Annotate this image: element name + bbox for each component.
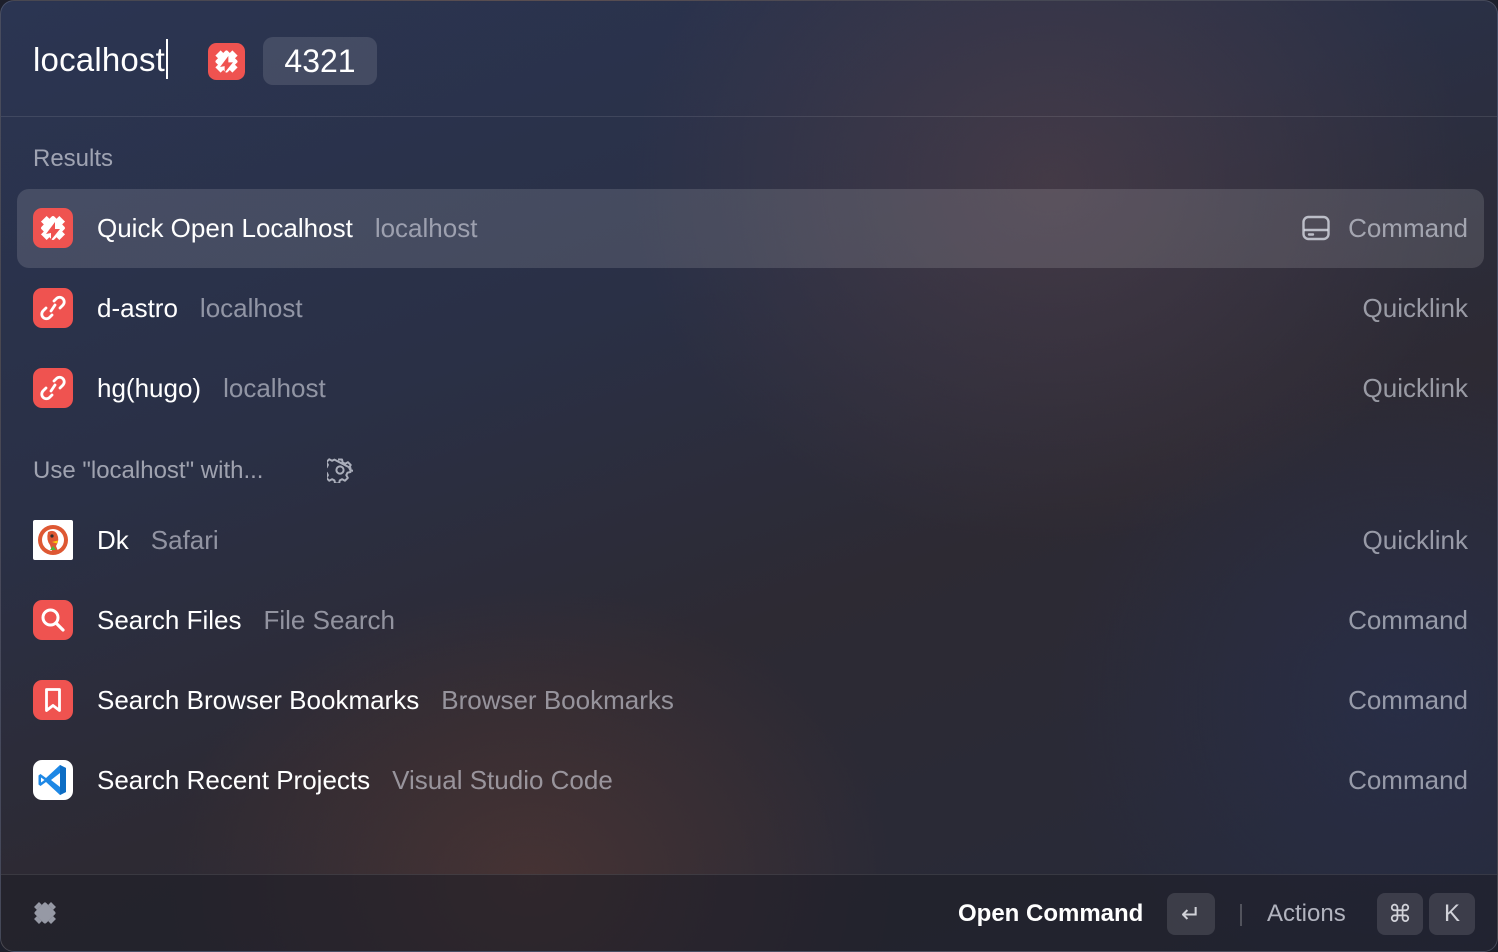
- link-icon: [33, 288, 73, 328]
- result-type: Quicklink: [1362, 525, 1468, 555]
- command-key-hint: ⌘: [1377, 893, 1423, 935]
- magnifying-glass-icon: [33, 600, 73, 640]
- text-caret: [166, 39, 169, 79]
- result-title-text: hg(hugo): [97, 373, 202, 403]
- k-key-hint: K: [1429, 893, 1475, 935]
- vscode-icon: [33, 760, 73, 800]
- k-key-label: K: [1443, 900, 1460, 927]
- action-bar: Open Command ↵ Actions ⌘ K: [1, 874, 1497, 951]
- result-title: Search Browser Bookmarks Browser Bookmark…: [97, 685, 674, 716]
- result-title-text: Quick Open Localhost: [97, 213, 353, 243]
- command-key-icon: ⌘: [1388, 900, 1412, 928]
- result-title: Search Recent Projects Visual Studio Code: [97, 765, 613, 796]
- return-key-icon: ↵: [1180, 900, 1202, 928]
- result-subtitle: Safari: [150, 525, 219, 555]
- argument-value: 4321: [284, 42, 356, 79]
- search-input[interactable]: localhost: [33, 39, 169, 79]
- fallback-row-search-files[interactable]: Search Files File Search Command: [17, 581, 1484, 660]
- return-key-hint: ↵: [1167, 893, 1215, 935]
- link-icon: [33, 368, 73, 408]
- result-type: Command: [1348, 765, 1468, 795]
- result-row-hg-hugo[interactable]: hg(hugo) localhost Quicklink: [17, 349, 1484, 428]
- quick-open-localhost-icon: [33, 208, 73, 248]
- open-command-button[interactable]: Open Command: [958, 900, 1143, 928]
- result-title: Quick Open Localhost localhost: [97, 213, 477, 244]
- gear-icon[interactable]: [327, 457, 353, 483]
- result-subtitle: Browser Bookmarks: [441, 685, 674, 715]
- raycast-localhost-icon: [208, 43, 245, 80]
- result-title-text: Dk: [97, 525, 129, 555]
- result-title-text: d-astro: [97, 293, 178, 323]
- actions-button[interactable]: Actions: [1267, 900, 1346, 928]
- fallback-section-label: Use "localhost" with...: [33, 457, 264, 484]
- result-title: Dk Safari: [97, 525, 219, 556]
- results-section-label: Results: [33, 145, 114, 172]
- result-title: hg(hugo) localhost: [97, 373, 326, 404]
- result-type: Quicklink: [1362, 293, 1468, 323]
- result-subtitle: localhost: [223, 373, 326, 403]
- result-type: Quicklink: [1362, 373, 1468, 403]
- result-subtitle: File Search: [263, 605, 396, 635]
- result-type: Command: [1348, 605, 1468, 635]
- result-title: d-astro localhost: [97, 293, 303, 324]
- result-type: Command: [1348, 213, 1468, 243]
- launcher-window: localhost 4321 Results Quick Open Localh…: [0, 0, 1498, 952]
- result-title-text: Search Recent Projects: [97, 765, 371, 795]
- fallback-row-search-browser-bookmarks[interactable]: Search Browser Bookmarks Browser Bookmark…: [17, 661, 1484, 740]
- result-subtitle: Visual Studio Code: [392, 765, 613, 795]
- result-row-d-astro[interactable]: d-astro localhost Quicklink: [17, 269, 1484, 348]
- result-type: Command: [1348, 685, 1468, 715]
- footer-divider: [1240, 904, 1242, 926]
- result-subtitle: localhost: [374, 213, 478, 243]
- result-title: Search Files File Search: [97, 605, 395, 636]
- search-query: localhost: [33, 41, 166, 78]
- search-bar: localhost 4321: [1, 1, 1497, 117]
- result-title-text: Search Files: [97, 605, 242, 635]
- result-row-quick-open-localhost[interactable]: Quick Open Localhost localhost Command: [17, 189, 1484, 268]
- result-subtitle: localhost: [199, 293, 303, 323]
- bookmark-icon: [33, 680, 73, 720]
- fallback-row-dk[interactable]: Dk Safari Quicklink: [17, 501, 1484, 580]
- result-title-text: Search Browser Bookmarks: [97, 685, 420, 715]
- fallback-row-search-recent-projects[interactable]: Search Recent Projects Visual Studio Code…: [17, 741, 1484, 820]
- duckduckgo-icon: [33, 520, 73, 560]
- raycast-logo-icon[interactable]: [27, 895, 63, 931]
- argument-input[interactable]: 4321: [263, 37, 377, 85]
- hard-drive-icon: [1302, 215, 1330, 241]
